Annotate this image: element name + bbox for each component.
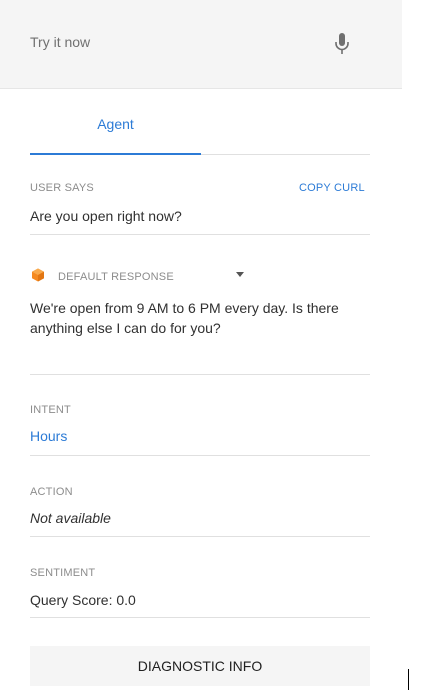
sentiment-value: Query Score: 0.0	[30, 592, 136, 608]
divider	[30, 617, 370, 618]
tab-active-indicator	[30, 153, 201, 155]
response-dropdown-chevron-down-icon[interactable]	[236, 272, 244, 277]
divider	[30, 234, 370, 235]
divider	[30, 374, 370, 375]
intent-label: INTENT	[30, 404, 71, 416]
default-response-label: DEFAULT RESPONSE	[58, 271, 174, 283]
default-response-text: We're open from 9 AM to 6 PM every day. …	[30, 300, 339, 336]
copy-curl-link[interactable]: COPY CURL	[299, 182, 365, 194]
user-says-value: Are you open right now?	[30, 208, 182, 224]
intent-link[interactable]: Hours	[30, 428, 67, 444]
test-console-panel: Agent USER SAYS COPY CURL Are you open r…	[0, 0, 402, 691]
try-it-input[interactable]	[30, 34, 310, 50]
divider	[30, 455, 370, 456]
sentiment-label: SENTIMENT	[30, 567, 96, 579]
action-label: ACTION	[30, 486, 73, 498]
action-value: Not available	[30, 510, 111, 526]
microphone-icon[interactable]	[333, 32, 351, 56]
tab-bar: Agent	[30, 88, 370, 155]
try-it-bar	[0, 0, 402, 89]
cube-icon	[32, 268, 44, 282]
divider	[30, 536, 370, 537]
tab-agent[interactable]: Agent	[30, 88, 201, 153]
user-says-label: USER SAYS	[30, 182, 94, 194]
diagnostic-info-button[interactable]: DIAGNOSTIC INFO	[30, 646, 370, 686]
text-cursor	[408, 669, 409, 690]
